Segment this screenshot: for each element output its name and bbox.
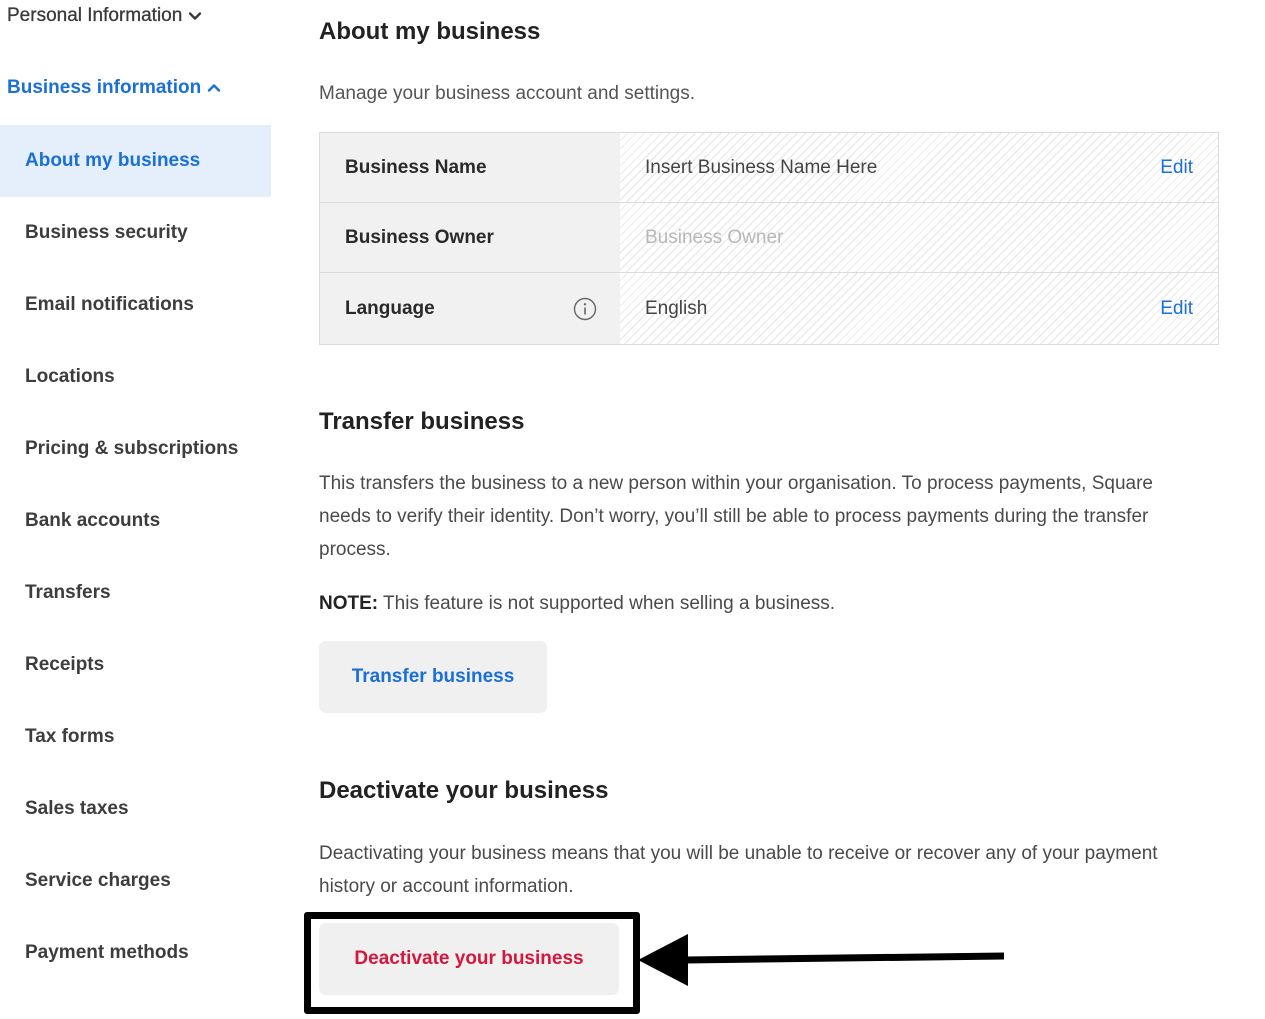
sidebar-item-label: Tax forms bbox=[25, 726, 115, 747]
sidebar-item-label: Pricing & subscriptions bbox=[25, 438, 239, 459]
detail-label: Business Name bbox=[320, 133, 620, 202]
sidebar-item-about-my-business[interactable]: About my business bbox=[0, 125, 271, 197]
transfer-business-button[interactable]: Transfer business bbox=[319, 641, 547, 713]
sidebar-item-locations[interactable]: Locations bbox=[0, 341, 271, 413]
detail-label: Business Owner bbox=[320, 203, 620, 272]
sidebar-item-label: Service charges bbox=[25, 870, 171, 891]
detail-row-business-owner: Business Owner Business Owner bbox=[320, 203, 1218, 273]
detail-label: Language bbox=[345, 297, 435, 319]
sidebar-item-label: Payment methods bbox=[25, 942, 189, 963]
sidebar-item-pricing-subscriptions[interactable]: Pricing & subscriptions bbox=[0, 413, 271, 485]
detail-value-cell: English Edit bbox=[620, 273, 1218, 344]
detail-label-cell: Language bbox=[320, 273, 620, 344]
note-label: NOTE: bbox=[319, 593, 379, 614]
sidebar-item-label: Bank accounts bbox=[25, 510, 161, 531]
annotation-highlight-box bbox=[304, 912, 640, 1014]
page-title: About my business bbox=[319, 18, 541, 45]
sidebar-item-sales-taxes[interactable]: Sales taxes bbox=[0, 773, 271, 845]
transfer-business-note: NOTE: This feature is not supported when… bbox=[319, 593, 835, 615]
transfer-business-description: This transfers the business to a new per… bbox=[319, 473, 1153, 560]
sidebar-item-label: Sales taxes bbox=[25, 798, 129, 819]
sidebar-item-service-charges[interactable]: Service charges bbox=[0, 845, 271, 917]
sidebar-item-label: Locations bbox=[25, 366, 115, 387]
detail-value-cell: Insert Business Name Here Edit bbox=[620, 133, 1218, 202]
deactivate-business-heading: Deactivate your business bbox=[319, 777, 609, 804]
sidebar-section-personal-information[interactable]: Personal Information bbox=[7, 5, 202, 27]
sidebar-item-business-security[interactable]: Business security bbox=[0, 197, 271, 269]
sidebar-item-label: Business security bbox=[25, 222, 188, 243]
chevron-down-icon bbox=[189, 12, 202, 20]
sidebar-item-label: Transfers bbox=[25, 582, 111, 603]
sidebar-item-label: About my business bbox=[25, 150, 201, 171]
detail-value: English bbox=[645, 297, 708, 319]
edit-business-name-link[interactable]: Edit bbox=[1160, 157, 1193, 179]
detail-value: Insert Business Name Here bbox=[645, 156, 878, 178]
transfer-business-heading: Transfer business bbox=[319, 408, 525, 435]
detail-row-business-name: Business Name Insert Business Name Here … bbox=[320, 133, 1218, 203]
detail-row-language: Language English Edit bbox=[320, 273, 1218, 344]
sidebar-item-payment-methods[interactable]: Payment methods bbox=[0, 917, 271, 989]
chevron-up-icon bbox=[208, 84, 221, 92]
note-text: This feature is not supported when selli… bbox=[378, 593, 836, 614]
detail-value-cell: Business Owner bbox=[620, 203, 1218, 272]
business-details-table: Business Name Insert Business Name Here … bbox=[319, 132, 1219, 345]
sidebar-item-label: Email notifications bbox=[25, 294, 194, 315]
sidebar-section-business-information[interactable]: Business information bbox=[7, 77, 221, 99]
page-subtitle: Manage your business account and setting… bbox=[319, 83, 696, 104]
sidebar-item-receipts[interactable]: Receipts bbox=[0, 629, 271, 701]
sidebar-item-tax-forms[interactable]: Tax forms bbox=[0, 701, 271, 773]
sidebar-item-transfers[interactable]: Transfers bbox=[0, 557, 271, 629]
sidebar-item-bank-accounts[interactable]: Bank accounts bbox=[0, 485, 271, 557]
sidebar-item-label: Receipts bbox=[25, 654, 105, 675]
detail-value: Business Owner bbox=[645, 226, 784, 248]
deactivate-business-description: Deactivating your business means that yo… bbox=[319, 843, 1158, 897]
settings-sidebar: Personal Information Business informatio… bbox=[0, 0, 271, 1019]
sidebar-item-email-notifications[interactable]: Email notifications bbox=[0, 269, 271, 341]
info-icon[interactable] bbox=[573, 297, 597, 321]
annotation-arrow-icon bbox=[638, 934, 1005, 986]
edit-language-link[interactable]: Edit bbox=[1160, 298, 1193, 320]
sidebar-section-label: Personal Information bbox=[7, 5, 183, 26]
sidebar-section-label: Business information bbox=[7, 77, 202, 98]
